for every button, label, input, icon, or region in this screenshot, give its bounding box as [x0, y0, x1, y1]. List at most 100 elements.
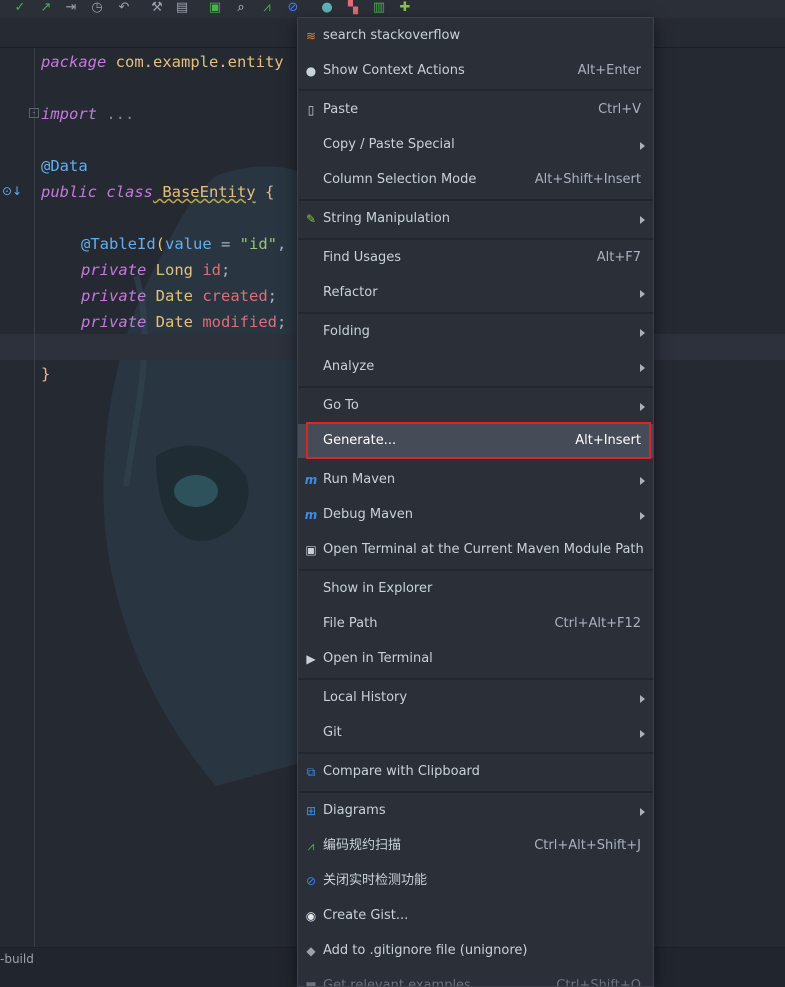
code-token: BaseEntity [152, 183, 256, 201]
db-icon[interactable]: ▥ [371, 0, 387, 16]
menu-item-label: Add to .gitignore file (unignore) [323, 943, 528, 958]
menu-item-run-maven[interactable]: m Run Maven [298, 463, 653, 497]
menu-item-label: Folding [323, 324, 370, 339]
implementation-gutter-icon[interactable]: ⊙↓ [2, 184, 22, 198]
main-toolbar: ✓ ↗ ⇥ ◷ ↶ ⚒ ▤ ▣ ⌕ ⩘ ⊘ ● ▚ ▥ ✚ [0, 0, 785, 18]
code-token: ; [267, 287, 277, 305]
diagram-icon: ⊞ [305, 804, 317, 818]
compare-icon: ⧉ [306, 765, 316, 779]
menu-item-label: Compare with Clipboard [323, 764, 480, 779]
history-icon[interactable]: ◷ [89, 0, 105, 16]
code-line-9: private Long id; [81, 257, 230, 283]
activity-icon[interactable]: ⩘ [259, 0, 275, 16]
menu-item-label: String Manipulation [323, 211, 450, 226]
undo-icon[interactable]: ↶ [116, 0, 132, 16]
menu-separator [299, 238, 653, 240]
menu-item-show-in-explorer[interactable]: Show in Explorer [298, 572, 653, 606]
menu-separator [299, 569, 653, 571]
check-icon[interactable]: ✓ [12, 0, 28, 16]
menu-item-open-terminal-maven[interactable]: ▣ Open Terminal at the Current Maven Mod… [298, 533, 653, 567]
code-token: = [211, 235, 240, 253]
code-token: public class [41, 183, 153, 201]
code-token: ; [277, 313, 287, 331]
menu-item-search-stackoverflow[interactable]: ≋ search stackoverflow [298, 19, 653, 53]
code-token: Long [146, 261, 193, 279]
wrench-icon[interactable]: ⚒ [149, 0, 165, 16]
code-token: value [165, 235, 212, 253]
submenu-arrow-icon [640, 730, 645, 738]
stackoverflow-icon: ≋ [305, 29, 317, 43]
menu-item-copy-paste-special[interactable]: Copy / Paste Special [298, 128, 653, 162]
terminal-icon[interactable]: ▣ [207, 0, 223, 16]
submenu-arrow-icon [640, 808, 645, 816]
menu-separator [299, 312, 653, 314]
submenu-arrow-icon [640, 290, 645, 298]
menu-item-debug-maven[interactable]: m Debug Maven [298, 498, 653, 532]
menu-item-disable-realtime-check[interactable]: ⊘ 关闭实时检测功能 [298, 864, 653, 898]
code-token: ( [155, 235, 165, 253]
menu-item-git[interactable]: Git [298, 716, 653, 750]
submenu-arrow-icon [640, 364, 645, 372]
menu-item-label: Refactor [323, 285, 378, 300]
menu-item-find-usages[interactable]: Find Usages Alt+F7 [298, 241, 653, 275]
submenu-arrow-icon [640, 403, 645, 411]
menu-item-compare-with-clipboard[interactable]: ⧉ Compare with Clipboard [298, 755, 653, 789]
menu-item-add-to-gitignore[interactable]: ◆ Add to .gitignore file (unignore) [298, 934, 653, 968]
gitignore-icon: ◆ [306, 944, 316, 958]
menu-separator [299, 791, 653, 793]
merge-icon[interactable]: ⇥ [63, 0, 79, 16]
code-line-5: @Data [41, 153, 88, 179]
menu-item-go-to[interactable]: Go To [298, 389, 653, 423]
status-text: -build [0, 952, 34, 966]
menu-separator [299, 752, 653, 754]
menu-item-show-context-actions[interactable]: ● Show Context Actions Alt+Enter [298, 54, 653, 88]
no-entry-icon[interactable]: ⊘ [285, 0, 301, 16]
code-token: package [41, 53, 107, 71]
menu-item-folding[interactable]: Folding [298, 315, 653, 349]
menu-item-label: Run Maven [323, 472, 396, 487]
code-token: { [255, 183, 275, 201]
menu-item-label: Analyze [323, 359, 375, 374]
code-token: Date [146, 313, 193, 331]
menu-item-shortcut: Ctrl+Alt+F12 [554, 616, 641, 631]
structure-icon[interactable]: ▤ [174, 0, 190, 16]
plugin-icon[interactable]: ✚ [397, 0, 413, 16]
github-icon: ◉ [305, 909, 317, 923]
menu-item-open-in-terminal[interactable]: ▶ Open in Terminal [298, 642, 653, 676]
menu-item-file-path[interactable]: File Path Ctrl+Alt+F12 [298, 607, 653, 641]
code-token: private [81, 287, 147, 305]
menu-item-code-scan[interactable]: ⩘ 编码规约扫描 Ctrl+Alt+Shift+J [298, 829, 653, 863]
menu-item-label: Go To [323, 398, 359, 413]
fold-toggle-icon[interactable]: - [29, 108, 39, 118]
editor-context-menu: ≋ search stackoverflow ● Show Context Ac… [297, 17, 654, 987]
menu-item-column-selection-mode[interactable]: Column Selection Mode Alt+Shift+Insert [298, 163, 653, 197]
code-token: "id" [239, 235, 277, 253]
submenu-arrow-icon [640, 477, 645, 485]
code-line-6: public class BaseEntity { [41, 179, 274, 205]
scan-icon: ⩘ [307, 839, 315, 853]
lightbulb-icon: ● [305, 64, 317, 78]
menu-item-local-history[interactable]: Local History [298, 681, 653, 715]
menu-item-label: Paste [323, 102, 359, 117]
arrow-up-right-icon[interactable]: ↗ [38, 0, 54, 16]
menu-item-string-manipulation[interactable]: ✎ String Manipulation [298, 202, 653, 236]
menu-item-get-relevant-examples[interactable]: ■ Get relevant examples Ctrl+Shift+Q [298, 969, 653, 986]
search-icon[interactable]: ⌕ [233, 0, 249, 16]
terminal-icon: ▶ [306, 652, 316, 666]
code-line-1: package com.example.entity [41, 49, 284, 75]
menu-item-paste[interactable]: ▯ Paste Ctrl+V [298, 93, 653, 127]
menu-item-label: Column Selection Mode [323, 172, 477, 187]
bug-icon[interactable]: ● [319, 0, 335, 16]
menu-item-label: Show in Explorer [323, 581, 433, 596]
code-token: , [277, 235, 287, 253]
code-token: } [41, 365, 51, 383]
menu-item-diagrams[interactable]: ⊞ Diagrams [298, 794, 653, 828]
palette-icon[interactable]: ▚ [345, 0, 361, 16]
code-line-11: private Date modified; [81, 309, 286, 335]
code-token: Date [146, 287, 193, 305]
menu-item-refactor[interactable]: Refactor [298, 276, 653, 310]
code-token: private [81, 313, 147, 331]
menu-item-analyze[interactable]: Analyze [298, 350, 653, 384]
menu-item-label: File Path [323, 616, 378, 631]
menu-item-create-gist[interactable]: ◉ Create Gist... [298, 899, 653, 933]
